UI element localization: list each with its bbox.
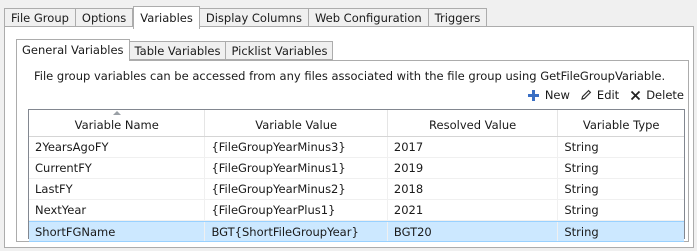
column-header-label: Variable Value <box>255 118 338 132</box>
cell-resolved-value: 2019 <box>388 158 559 178</box>
cell-variable-name: CurrentFY <box>29 158 206 178</box>
new-label: New <box>544 88 570 102</box>
cell-resolved-value: 2017 <box>388 137 559 157</box>
table-row[interactable]: CurrentFY {FileGroupYearMinus1} 2019 Str… <box>29 158 684 179</box>
pencil-icon <box>580 89 592 101</box>
delete-button[interactable]: Delete <box>629 88 684 102</box>
cell-variable-name: LastFY <box>29 179 206 199</box>
cell-variable-value: {FileGroupYearMinus1} <box>205 158 388 178</box>
table-row[interactable]: LastFY {FileGroupYearMinus2} 2018 String <box>29 179 684 200</box>
column-header-label: Variable Type <box>582 118 660 132</box>
inner-tab-bar: General Variables Table Variables Pickli… <box>16 39 334 61</box>
delete-label: Delete <box>646 88 684 102</box>
cell-resolved-value: 2021 <box>388 200 559 220</box>
column-header-resolved-value[interactable]: Resolved Value <box>388 110 559 136</box>
sort-ascending-icon <box>112 111 121 115</box>
cell-variable-value: BGT{ShortFileGroupYear} <box>205 222 388 241</box>
outer-tab-bar: File Group Options Variables Display Col… <box>4 6 488 29</box>
cell-variable-type: String <box>564 161 599 175</box>
toolbar: New Edit Delete <box>528 88 684 102</box>
table-row-selected[interactable]: ShortFGName BGT{ShortFileGroupYear} BGT2… <box>29 221 684 242</box>
plus-icon <box>528 89 540 101</box>
cell-variable-value: {FileGroupYearMinus2} <box>205 179 388 199</box>
tab-general-variables[interactable]: General Variables <box>16 39 130 61</box>
tab-variables[interactable]: Variables <box>133 6 200 29</box>
cell-variable-type: String <box>564 140 599 154</box>
table-row[interactable]: 2YearsAgoFY {FileGroupYearMinus3} 2017 S… <box>29 137 684 158</box>
cell-variable-name: NextYear <box>29 200 206 220</box>
column-header-label: Variable Name <box>74 118 159 132</box>
variables-panel: General Variables Table Variables Pickli… <box>4 26 694 248</box>
table-row[interactable]: NextYear {FileGroupYearPlus1} 2021 Strin… <box>29 200 684 221</box>
column-header-variable-name[interactable]: Variable Name <box>29 110 206 136</box>
cell-variable-type: String <box>564 182 599 196</box>
variables-grid: Variable Name Variable Value Resolved Va… <box>28 109 685 242</box>
cell-variable-value: {FileGroupYearPlus1} <box>205 200 388 220</box>
edit-label: Edit <box>596 88 620 102</box>
grid-header: Variable Name Variable Value Resolved Va… <box>29 110 684 137</box>
column-header-variable-type[interactable]: Variable Type <box>558 110 684 136</box>
cell-variable-value: {FileGroupYearMinus3} <box>205 137 388 157</box>
cell-resolved-value: 2018 <box>388 179 559 199</box>
cell-resolved-value: BGT20 <box>388 222 559 241</box>
general-variables-panel: File group variables can be accessed fro… <box>16 60 689 242</box>
cell-variable-type: String <box>564 225 599 239</box>
edit-button[interactable]: Edit <box>580 88 619 102</box>
cell-variable-name: ShortFGName <box>29 222 206 241</box>
tab-table-variables[interactable]: Table Variables <box>129 41 227 60</box>
description-text: File group variables can be accessed fro… <box>34 69 666 83</box>
new-button[interactable]: New <box>528 88 570 102</box>
x-icon <box>629 89 641 101</box>
cell-variable-type: String <box>564 203 599 217</box>
cell-variable-name: 2YearsAgoFY <box>29 137 206 157</box>
tab-picklist-variables[interactable]: Picklist Variables <box>226 41 334 60</box>
column-header-label: Resolved Value <box>429 118 517 132</box>
column-header-variable-value[interactable]: Variable Value <box>205 110 388 136</box>
